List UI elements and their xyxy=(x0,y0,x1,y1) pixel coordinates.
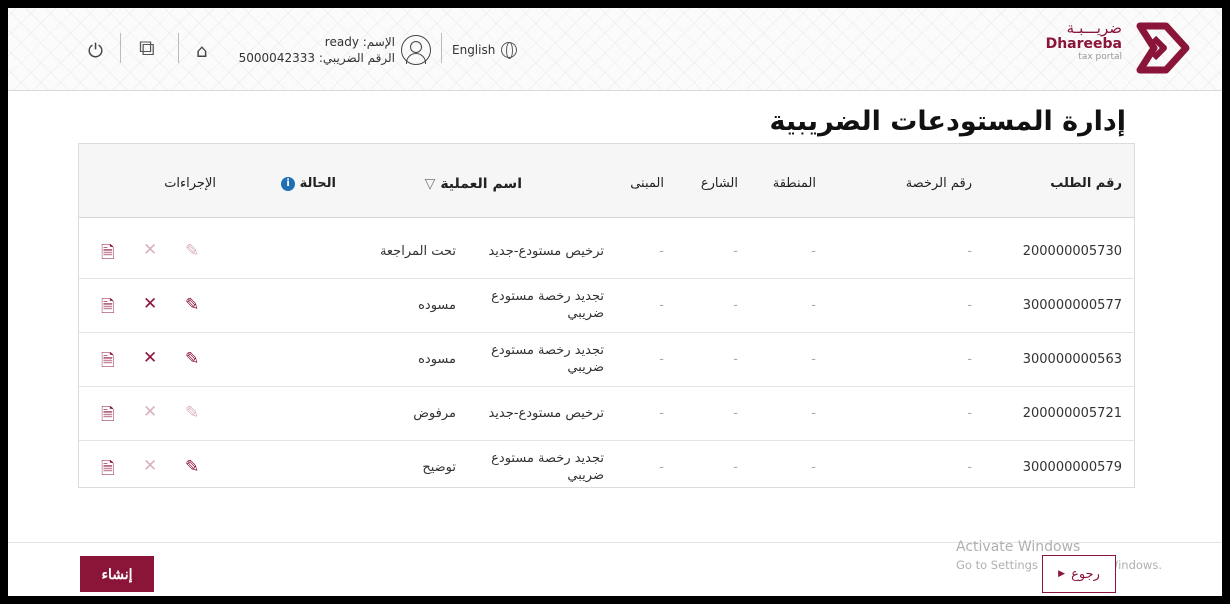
delete-icon[interactable]: ✕ xyxy=(143,456,157,476)
col-license-no: رقم الرخصة xyxy=(905,176,972,191)
cell-building: - xyxy=(659,406,664,421)
app-window: ضريـــبـة Dhareeba tax portal English ال… xyxy=(8,8,1222,596)
cell-building: - xyxy=(659,460,664,475)
table-row: 200000005730 - - - - ترخيص مستودع-جديد ت… xyxy=(79,225,1134,279)
cell-street: - xyxy=(733,244,738,259)
table-header: رقم الطلب رقم الرخصة المنطقة الشارع المب… xyxy=(79,144,1134,218)
cell-license-no: - xyxy=(967,298,972,313)
home-icon[interactable]: ⌂ xyxy=(196,41,207,62)
documents-user-icon[interactable]: ⧉ xyxy=(139,36,155,61)
col-building: المبنى xyxy=(630,176,664,191)
cell-street: - xyxy=(733,460,738,475)
cell-request-no: 200000005721 xyxy=(1022,406,1122,421)
edit-icon[interactable]: ✎ xyxy=(185,241,199,261)
edit-icon[interactable]: ✎ xyxy=(185,349,199,369)
cell-street: - xyxy=(733,298,738,313)
delete-icon[interactable]: ✕ xyxy=(143,402,157,422)
cell-street: - xyxy=(733,406,738,421)
delete-icon[interactable]: ✕ xyxy=(143,294,157,314)
user-name: الإسم: ready xyxy=(324,35,395,49)
cell-area: - xyxy=(811,460,816,475)
col-operation-label: اسم العملية xyxy=(440,176,522,192)
divider xyxy=(178,33,179,63)
cell-operation: تجديد رخصة مستودع ضريبي xyxy=(491,289,604,321)
top-header: ضريـــبـة Dhareeba tax portal English ال… xyxy=(8,8,1222,91)
table-row: 300000000563 - - - - تجديد رخصة مستودع ض… xyxy=(79,333,1134,387)
cell-area: - xyxy=(811,244,816,259)
cell-request-no: 300000000579 xyxy=(1022,460,1122,475)
col-request-no: رقم الطلب xyxy=(1050,176,1122,191)
logo-subtitle: tax portal xyxy=(1078,52,1122,62)
play-arrow-icon: ▶ xyxy=(1058,569,1066,579)
user-icon[interactable] xyxy=(401,35,431,65)
cell-area: - xyxy=(811,298,816,313)
cell-request-no: 300000000577 xyxy=(1022,298,1122,313)
power-icon[interactable]: ⏻ xyxy=(88,40,103,62)
cell-status: مرفوض xyxy=(413,406,456,421)
cell-license-no: - xyxy=(967,460,972,475)
delete-icon[interactable]: ✕ xyxy=(143,240,157,260)
edit-icon[interactable]: ✎ xyxy=(185,295,199,315)
page-title: إدارة المستودعات الضريبية xyxy=(769,106,1126,137)
logo-english: Dhareeba xyxy=(1045,36,1122,52)
filter-icon[interactable]: ▽ xyxy=(425,176,436,192)
col-actions: الإجراءات xyxy=(164,176,216,191)
view-document-icon[interactable]: 🗎 xyxy=(101,294,115,323)
delete-icon[interactable]: ✕ xyxy=(143,348,157,368)
language-switch[interactable]: English xyxy=(452,42,518,59)
table-row: 200000005721 - - - - ترخيص مستودع-جديد م… xyxy=(79,387,1134,441)
language-label: English xyxy=(452,43,496,57)
watermark-title: Activate Windows xyxy=(956,539,1081,555)
cell-area: - xyxy=(811,406,816,421)
logo-text: ضريـــبـة Dhareeba tax portal xyxy=(1027,20,1122,63)
cell-building: - xyxy=(659,298,664,313)
col-area: المنطقة xyxy=(772,176,816,191)
back-label: رجوع xyxy=(1071,566,1100,582)
divider xyxy=(441,33,442,63)
cell-status: تحت المراجعة xyxy=(379,244,456,259)
cell-license-no: - xyxy=(967,406,972,421)
table-row: 300000000577 - - - - تجديد رخصة مستودع ض… xyxy=(79,279,1134,333)
create-button[interactable]: إنشاء xyxy=(80,556,154,592)
cell-request-no: 200000005730 xyxy=(1022,244,1122,259)
logo-arabic: ضريـــبـة xyxy=(1066,19,1122,37)
cell-operation: تجديد رخصة مستودع ضريبي xyxy=(491,343,604,375)
divider xyxy=(120,33,121,63)
view-document-icon[interactable]: 🗎 xyxy=(101,240,115,269)
cell-status: توضيح xyxy=(422,460,456,475)
globe-icon xyxy=(501,42,518,59)
edit-icon[interactable]: ✎ xyxy=(185,457,199,477)
cell-status: مسوده xyxy=(418,298,456,313)
view-document-icon[interactable]: 🗎 xyxy=(101,456,115,485)
warehouses-table: رقم الطلب رقم الرخصة المنطقة الشارع المب… xyxy=(78,143,1135,488)
dhareeba-logo xyxy=(1136,22,1190,74)
cell-status: مسوده xyxy=(418,352,456,367)
cell-operation: ترخيص مستودع-جديد xyxy=(488,406,604,421)
cell-operation: ترخيص مستودع-جديد xyxy=(488,244,604,259)
view-document-icon[interactable]: 🗎 xyxy=(101,402,115,431)
table-row: 300000000579 - - - - تجديد رخصة مستودع ض… xyxy=(79,441,1134,495)
tax-number: الرقم الضريبي: 5000042333 xyxy=(238,51,395,65)
col-status: الحالة i xyxy=(277,176,336,191)
cell-license-no: - xyxy=(967,244,972,259)
cell-operation: تجديد رخصة مستودع ضريبي xyxy=(491,451,604,483)
cell-street: - xyxy=(733,352,738,367)
cell-area: - xyxy=(811,352,816,367)
cell-request-no: 300000000563 xyxy=(1022,352,1122,367)
back-button[interactable]: رجوع ▶ xyxy=(1042,555,1116,593)
edit-icon[interactable]: ✎ xyxy=(185,403,199,423)
cell-building: - xyxy=(659,352,664,367)
info-icon[interactable]: i xyxy=(281,176,296,191)
cell-building: - xyxy=(659,244,664,259)
col-street: الشارع xyxy=(700,176,738,191)
col-status-label: الحالة xyxy=(299,176,336,191)
col-operation[interactable]: اسم العملية ▽ xyxy=(425,176,522,192)
user-info: الإسم: ready الرقم الضريبي: 5000042333 xyxy=(230,34,395,66)
cell-license-no: - xyxy=(967,352,972,367)
view-document-icon[interactable]: 🗎 xyxy=(101,348,115,377)
